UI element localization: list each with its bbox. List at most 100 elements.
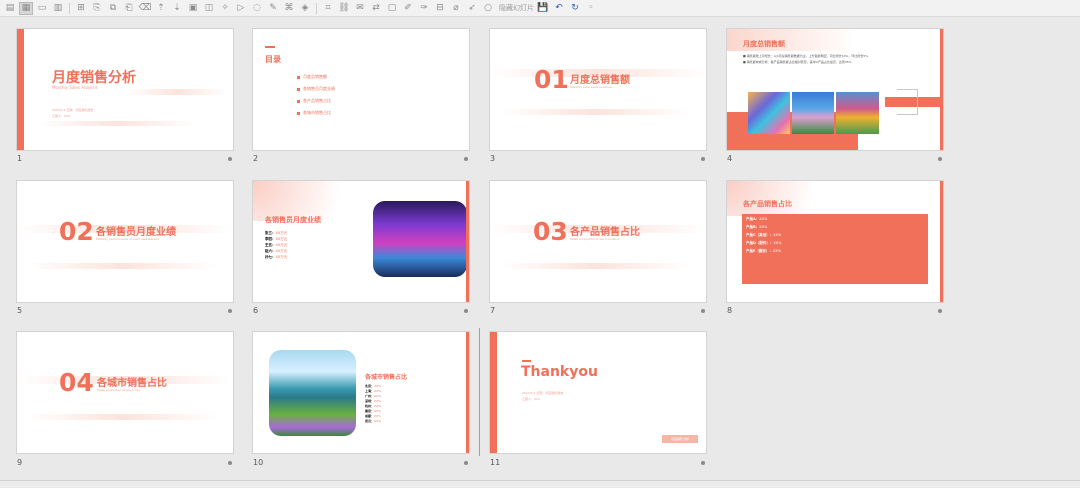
data-list: 北京：XX% 上海：XX% 广州：XX% 深圳：XX% 杭州：XX% 南京：XX… [365,384,381,424]
list-item: 产品A：XX% [746,217,768,221]
section-number: 03 [533,217,568,246]
slide-thumbnail-4[interactable]: 月度总销售额 ■ 销售额较上月增长：以4月总销售额数据为主，上升趋势明显，同比增… [727,29,943,150]
list-item: 武汉：XX% [365,419,381,423]
slide-thumbnail-3[interactable]: 01 月度总销售额 Monthly total sales revenue [490,29,706,150]
bullet-icon [297,75,300,79]
hidden-slide-label[interactable]: 隐藏幻灯片 [499,3,534,13]
duplicate-icon[interactable]: ⎘ [90,2,104,15]
bullet-icon [297,99,300,103]
crop-icon[interactable]: ⌗ [321,2,335,15]
image-mural [792,92,834,134]
star-icon [701,157,705,161]
slide-thumbnail-9[interactable]: 04 各城市销售占比 Sales proportion of each city [17,332,233,453]
pen-icon[interactable]: ✐ [401,2,415,15]
more-icon[interactable]: ◦ [584,2,598,15]
slide-number: 4 [727,154,733,163]
section-subtitle: Sales proportion of each product [570,237,620,241]
decor-stripe [27,263,217,269]
accent-line [265,46,275,48]
paste-icon[interactable]: ⎗ [122,2,136,15]
section-number: 02 [59,217,94,246]
slide-sorter-icon[interactable]: ▦ [19,1,33,15]
toolbar: ▤ ▦ ▭ ▥ ⊞ ⎘ ⧉ ⎗ ⌫ ⇡ ⇣ ▣ ◫ ✧ ▷ ◌ ✎ ⌘ ◈ ⌗ … [0,0,1080,17]
pointer-icon[interactable]: ➶ [465,2,479,15]
animation-icon[interactable]: ✧ [218,2,232,15]
link-icon[interactable]: ⛓ [337,2,351,15]
undo-icon[interactable]: ↶ [552,2,566,15]
bullet-icon [297,111,300,115]
notes-view-icon[interactable]: ▭ [35,2,49,15]
star-icon [228,461,232,465]
section-title: 各城市销售占比 [97,378,167,389]
move-up-icon[interactable]: ⇡ [154,2,168,15]
image-city [373,201,467,277]
comment-icon[interactable]: ✉ [353,2,367,15]
redo-icon[interactable]: ↻ [568,2,582,15]
decor-stripe [27,414,217,420]
rename-icon[interactable]: ✎ [266,2,280,15]
gallery-icon[interactable]: ⊟ [433,2,447,15]
star-icon [701,461,705,465]
decor-frame [897,89,918,115]
new-slide-icon[interactable]: ⊞ [74,2,88,15]
insertion-marker [479,328,480,456]
toc-item: 月度总销售额 [297,74,335,80]
hidden-toggle-icon[interactable]: ○ [481,2,495,15]
delete-icon[interactable]: ⌫ [138,2,152,15]
slide-thumbnail-2[interactable]: 目录 月度总销售额 各销售员月度业绩 各产品销售占比 各城市销售占比 [253,29,469,150]
star-icon [228,157,232,161]
slide-thumbnail-5[interactable]: 02 各销售员月度业绩 Monthly performance of each … [17,181,233,302]
slide-title: 月度销售分析 [52,70,136,86]
section-title: 各产品销售占比 [570,227,640,238]
copy-icon[interactable]: ⧉ [106,2,120,15]
slide-thumbnail-6[interactable]: 各销售员月度业绩 张三：XX万元 李四：XX万元 王五：XX万元 赵六：XX万元… [253,181,469,302]
slide-number: 1 [17,154,23,163]
slide-meta-presenter: 汇报人：XXX [522,397,541,401]
layout-icon[interactable]: ▣ [186,2,200,15]
slide-number: 5 [17,306,23,315]
hide-slide-icon[interactable]: ◌ [250,2,264,15]
slide-number: 11 [490,458,501,467]
save-icon[interactable]: 💾 [536,2,550,15]
slide-number: 10 [253,458,264,467]
accent-line [522,360,531,362]
format-icon[interactable]: ⌘ [282,2,296,15]
normal-view-icon[interactable]: ▤ [3,2,17,15]
bullet-line: ■ 销售额较上月增长：以4月总销售额数据为主，上升趋势明显，同比增长10%，环比… [743,54,869,58]
transition-icon[interactable]: ◫ [202,2,216,15]
toc-heading: 目录 [265,55,281,64]
slide-title: 各销售员月度业绩 [265,216,321,224]
star-icon [701,309,705,313]
swap-icon[interactable]: ⇄ [369,2,383,15]
eraser-icon[interactable]: ⌀ [449,2,463,15]
image-abstract [748,92,790,134]
section-subtitle: Monthly performance of each salesperson [96,237,160,241]
slide-thumbnail-7[interactable]: 03 各产品销售占比 Sales proportion of each prod… [490,181,706,302]
decor-stripe [37,121,197,126]
highlighter-icon[interactable]: ✑ [417,2,431,15]
move-down-icon[interactable]: ⇣ [170,2,184,15]
section-title: 月度总销售额 [570,75,630,86]
accent-bar [940,29,943,150]
slide-thumbnail-11[interactable]: Thankyou 2023/1/1 日期 · 月度销售报告 汇报人：XXX 月度… [490,332,706,453]
start-show-icon[interactable]: ▷ [234,2,248,15]
toc-item: 各产品销售占比 [297,98,335,104]
decor-stripe [500,263,690,269]
toc-item: 各城市销售占比 [297,110,335,116]
outline-view-icon[interactable]: ▥ [51,2,65,15]
bullet-line: ■ 销售额构成分析：各产品销售额占比相对稳定，其中A产品占比最高，达到35% [743,60,852,64]
section-number: 01 [534,65,569,94]
theme-icon[interactable]: ◈ [298,2,312,15]
decor-stripe [127,89,227,95]
list-item: 产品E（服务）：XX% [746,249,782,253]
slide-thumbnail-1[interactable]: 月度销售分析 Monthly Sales Analysis 2023/1/1 日… [17,29,233,150]
slide-title: Thankyou [521,364,598,380]
image-graffiti [836,92,879,134]
accent-bar [490,332,497,453]
image-train [269,350,356,436]
slide-thumbnail-8[interactable]: 各产品销售占比 产品A：XX% 产品B：XX% 产品C（其他）：XX% 产品D（… [727,181,943,302]
slide-thumbnail-10[interactable]: 各城市销售占比 北京：XX% 上海：XX% 广州：XX% 深圳：XX% 杭州：X… [253,332,469,453]
slide-number: 9 [17,458,23,467]
slide-meta-date: 2023/1/1 日期 · 月度销售报告 [52,108,94,112]
frame-icon[interactable]: ▢ [385,2,399,15]
